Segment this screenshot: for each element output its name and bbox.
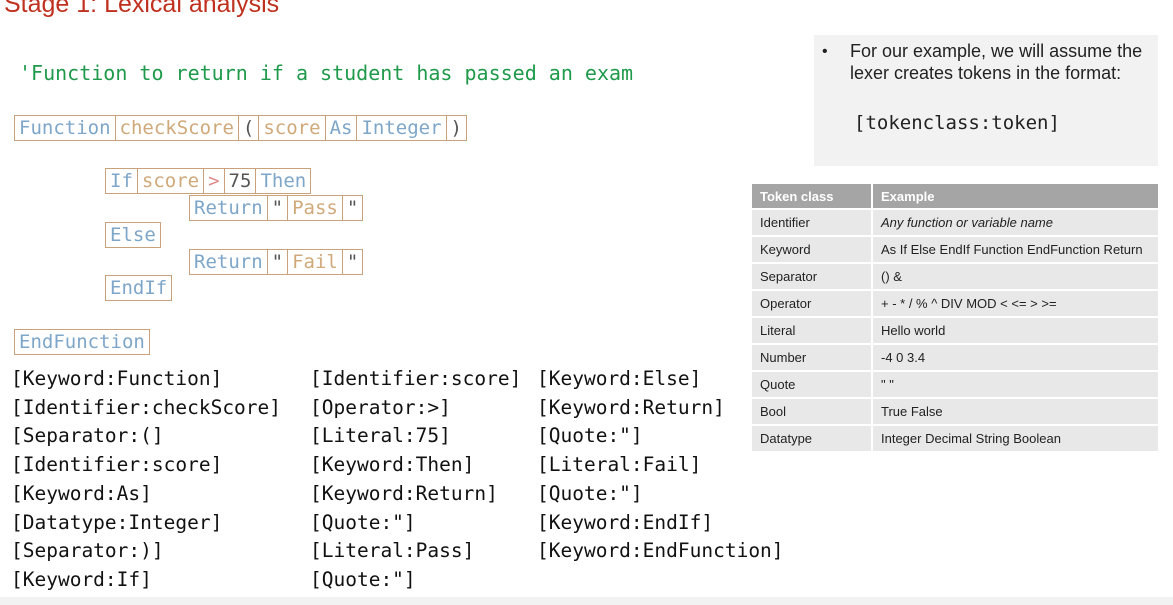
token-entry: [Datatype:Integer]	[11, 510, 223, 534]
example-cell: Hello world	[873, 318, 1158, 343]
table-row: Literal Hello world	[752, 318, 1158, 343]
token-entry: [Keyword:Return]	[310, 481, 498, 505]
table-header-row: Token class Example	[752, 184, 1158, 208]
code-token: "	[266, 195, 289, 221]
token-entry: [Quote:"]	[310, 510, 416, 534]
code-token: If	[105, 168, 138, 194]
code-token: score	[136, 168, 205, 194]
token-entry: [Quote:"]	[537, 481, 643, 505]
example-cell: " "	[873, 372, 1158, 397]
token-entry: [Operator:>]	[310, 395, 451, 419]
table-row: Quote " "	[752, 372, 1158, 397]
code-line-endfunction: EndFunction	[14, 329, 150, 355]
token-class-table: Token class Example Identifier Any functi…	[752, 182, 1158, 453]
token-entry: [Separator:(]	[11, 424, 164, 448]
table-row: Keyword As If Else EndIf Function EndFunc…	[752, 237, 1158, 262]
token-entry: [Quote:"]	[310, 567, 416, 591]
token-entry: [Keyword:Else]	[537, 367, 702, 390]
table-row: Datatype Integer Decimal String Boolean	[752, 426, 1158, 451]
table-row: Identifier Any function or variable name	[752, 210, 1158, 235]
table-header: Example	[873, 184, 1158, 208]
token-entry: [Separator:)]	[11, 539, 164, 563]
token-list-column-1: [Keyword:Function] [Identifier:checkScore…	[11, 365, 281, 595]
example-cell: True False	[873, 399, 1158, 424]
token-entry: [Keyword:Function]	[11, 367, 223, 390]
token-class-cell: Quote	[752, 372, 873, 397]
bottom-bar	[0, 597, 1173, 605]
code-token: "	[266, 249, 289, 275]
table-header: Token class	[752, 184, 873, 208]
code-token: Else	[105, 222, 161, 248]
code-token: score	[258, 115, 326, 141]
code-line-endif: EndIf	[105, 275, 173, 301]
code-token: "	[341, 195, 364, 221]
code-token: (	[237, 115, 260, 141]
code-token: Return	[189, 249, 268, 275]
info-text: For our example, we will assume the lexe…	[850, 41, 1143, 83]
table-row: Operator + - * / % ^ DIV MOD < <= > >=	[752, 291, 1158, 316]
code-token: checkScore	[114, 115, 239, 141]
token-class-cell: Literal	[752, 318, 873, 343]
code-line-return-fail: Return " Fail "	[189, 249, 364, 275]
example-cell: As If Else EndIf Function EndFunction Re…	[873, 237, 1158, 262]
code-token: Integer	[356, 115, 447, 141]
token-entry: [Quote:"]	[537, 424, 643, 448]
code-token: Then	[255, 168, 312, 194]
token-entry: [Keyword:EndIf]	[537, 510, 714, 534]
page-title: Stage 1: Lexical analysis	[4, 0, 280, 18]
code-token: Pass	[287, 195, 343, 221]
code-line-function: Function checkScore(score As Integer)	[14, 115, 467, 141]
code-token: EndIf	[105, 275, 173, 301]
token-class-cell: Separator	[752, 264, 873, 289]
token-list-column-2: [Identifier:score] [Operator:>] [Literal:7…	[310, 365, 521, 595]
table-row: Number -4 0 3.4	[752, 345, 1158, 370]
code-line-else: Else	[105, 222, 161, 248]
token-entry: [Keyword:Return]	[537, 395, 725, 419]
token-entry: [Literal:75]	[310, 424, 451, 448]
code-token: As	[324, 115, 358, 141]
token-entry: [Keyword:EndFunction]	[537, 539, 784, 563]
code-token: Fail	[287, 249, 343, 275]
token-entry: [Keyword:If]	[11, 567, 152, 591]
token-class-cell: Operator	[752, 291, 873, 316]
token-entry: [Identifier:score]	[11, 453, 223, 477]
token-entry: [Keyword:As]	[11, 481, 152, 505]
code-token: )	[445, 115, 467, 141]
token-class-cell: Keyword	[752, 237, 873, 262]
token-entry: [Identifier:score]	[310, 367, 522, 390]
token-entry: [Literal:Pass]	[310, 539, 475, 563]
token-entry: [Keyword:Then]	[310, 453, 475, 477]
example-cell: + - * / % ^ DIV MOD < <= > >=	[873, 291, 1158, 316]
table-row: Separator() &	[752, 264, 1158, 289]
token-format: [tokenclass:token]	[854, 112, 1060, 134]
example-cell: Any function or variable name	[873, 210, 1158, 235]
code-line-if: If score >75 Then	[105, 168, 312, 194]
example-cell: () &	[873, 264, 1158, 289]
code-line-return-pass: Return " Pass "	[189, 195, 364, 221]
code-token: "	[341, 249, 364, 275]
example-cell: -4 0 3.4	[873, 345, 1158, 370]
code-token: 75	[223, 168, 257, 194]
code-token: EndFunction	[14, 329, 150, 355]
token-class-cell: Number	[752, 345, 873, 370]
example-cell: Integer Decimal String Boolean	[873, 426, 1158, 451]
token-list-column-3: [Keyword:Else] [Keyword:Return] [Quote:"] […	[537, 365, 784, 566]
code-token: Function	[14, 115, 116, 141]
code-token: Return	[189, 195, 268, 221]
table-row: Bool True False	[752, 399, 1158, 424]
token-entry: [Identifier:checkScore]	[11, 395, 282, 419]
token-class-cell: Bool	[752, 399, 873, 424]
info-box: • For our example, we will assume the le…	[814, 35, 1158, 166]
token-class-cell: Identifier	[752, 210, 873, 235]
token-entry: [Literal:Fail]	[537, 453, 702, 477]
token-class-cell: Datatype	[752, 426, 873, 451]
code-comment: 'Function to return if a student has pas…	[19, 61, 634, 85]
bullet-icon: •	[822, 43, 828, 60]
code-token: >	[203, 168, 225, 194]
